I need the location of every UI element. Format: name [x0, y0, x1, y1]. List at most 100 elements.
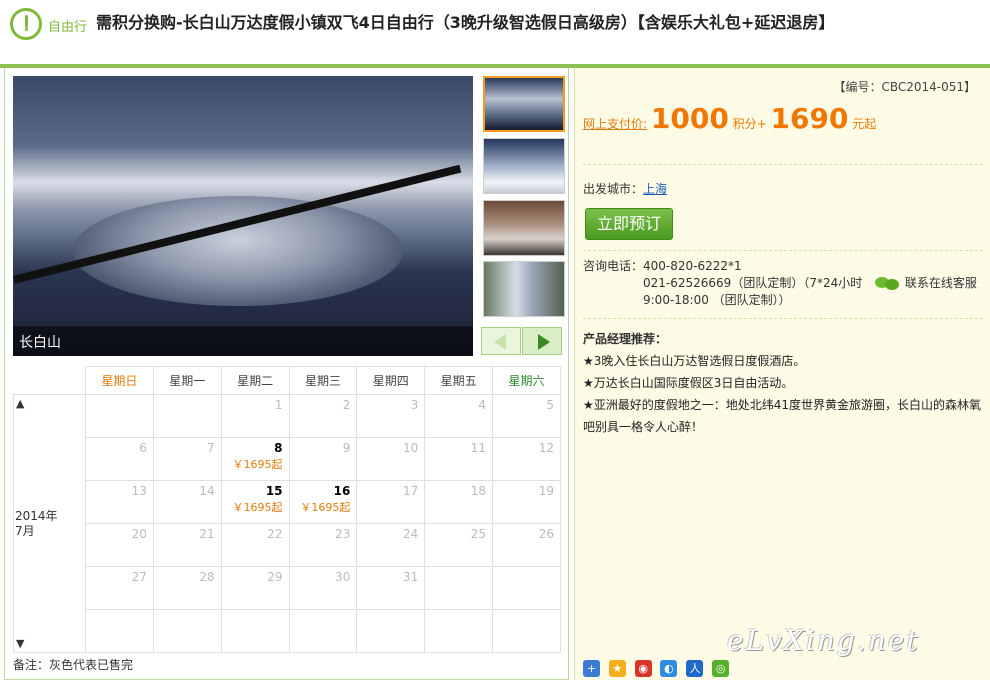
month-label: 2014年 7月 [15, 509, 58, 538]
share-bar: + ★ ◉ ◐ 人 ◎ [583, 660, 734, 677]
calendar-day: 7 [152, 437, 222, 481]
product-code: 【编号：CBC2014-051】 [833, 80, 976, 94]
calendar-day[interactable]: 16 ￥1695起 [288, 480, 358, 524]
calendar-day [492, 566, 561, 610]
day-number: 15 [265, 484, 283, 498]
left-panel: 长白山 星期日 星期一 星期二 星期三 星期四 星期五 星期六 ▲ 2014年 … [4, 68, 569, 680]
share-plus-icon[interactable]: + [583, 660, 600, 677]
calendar-day: 17 [356, 480, 426, 524]
thumbnail-2[interactable] [483, 138, 565, 194]
prev-photo-button[interactable] [481, 327, 521, 355]
thumbnail-4[interactable] [483, 261, 565, 317]
list-item: ★亚洲最好的度假地之一：地处北纬41度世界黄金旅游圈，长白山的森林氧吧别具一格令… [583, 398, 982, 434]
calendar-day: 30 [288, 566, 358, 610]
calendar-day [356, 609, 426, 653]
calendar-day: 10 [356, 437, 426, 481]
watermark: eLvXing.net [727, 624, 920, 657]
calendar-day [288, 609, 358, 653]
calendar-day: 5 [492, 394, 561, 438]
contact-info: 咨询电话：400-820-6222*1 021-62526669（团队定制）（7… [583, 258, 862, 309]
month-column: ▲ 2014年 7月 ▼ [13, 394, 86, 653]
price-label[interactable]: 网上支付价: [583, 117, 647, 131]
calendar-day: 12 [492, 437, 561, 481]
share-qzone-icon[interactable]: ★ [608, 660, 626, 677]
phone-number: 400-820-6222*1 [643, 259, 742, 273]
share-tqq-icon[interactable]: ◐ [660, 660, 678, 677]
cash-unit: 元起 [852, 117, 877, 131]
photo-caption: 长白山 [19, 335, 61, 351]
calendar-day: 19 [492, 480, 561, 524]
day-number: 16 [333, 484, 351, 498]
calendar-day [424, 566, 494, 610]
calendar-day [220, 609, 290, 653]
calendar-day: 14 [152, 480, 222, 524]
calendar-corner [13, 366, 86, 395]
weekday-header: 星期日 [85, 366, 154, 395]
calendar-day [85, 609, 154, 653]
weekday-header: 星期二 [220, 366, 290, 395]
calendar-day: 29 [220, 566, 290, 610]
calendar-day: 31 [356, 566, 426, 610]
weekday-header: 星期五 [424, 366, 494, 395]
calendar-day: 6 [85, 437, 154, 481]
departure-city: 出发城市：上海 [583, 182, 668, 196]
calendar-day: 22 [220, 523, 290, 567]
calendar-day: 2 [288, 394, 358, 438]
recommend-title: 产品经理推荐： [583, 332, 668, 346]
divider [583, 318, 983, 319]
calendar-day: 4 [424, 394, 494, 438]
calendar-day: 20 [85, 523, 154, 567]
calendar-day: 28 [152, 566, 222, 610]
product-title: 需积分换购-长白山万达度假小镇双飞4日自由行（3晚升级智选假日高级房）【含娱乐大… [96, 13, 835, 32]
next-month-icon[interactable]: ▼ [16, 637, 24, 650]
calendar-day[interactable]: 15 ￥1695起 [220, 480, 290, 524]
calendar-day[interactable]: 8 ￥1695起 [220, 437, 290, 481]
share-wechat-icon[interactable]: ◎ [712, 660, 730, 677]
right-panel: 【编号：CBC2014-051】 网上支付价: 1000 积分+ 1690 元起… [574, 68, 990, 680]
next-photo-button[interactable] [522, 327, 562, 355]
phone-label: 咨询电话： [583, 259, 644, 273]
book-now-button[interactable]: 立即预订 [585, 208, 673, 240]
share-weibo-icon[interactable]: ◉ [634, 660, 652, 677]
day-price: ￥1695起 [232, 501, 283, 514]
points-value: 1000 [650, 102, 729, 135]
free-travel-icon [10, 8, 42, 40]
points-unit: 积分+ [732, 117, 767, 131]
chat-icon [875, 276, 901, 291]
calendar-day: 13 [85, 480, 154, 524]
calendar-day: 23 [288, 523, 358, 567]
calendar-day: 1 [220, 394, 290, 438]
phone-number-2: 021-62526669（团队定制）（7*24小时 [643, 276, 863, 290]
calendar-day: 27 [85, 566, 154, 610]
calendar-day [152, 394, 222, 438]
calendar-day [492, 609, 561, 653]
recommend-list: ★3晚入住长白山万达智选假日度假酒店。 ★万达长白山国际度假区3日自由活动。 ★… [583, 350, 983, 438]
day-number: 8 [274, 441, 283, 455]
calendar-day: 11 [424, 437, 494, 481]
day-price: ￥1695起 [232, 458, 283, 471]
online-service-link[interactable]: 联系在线客服 [875, 274, 977, 291]
weekday-header: 星期一 [152, 366, 222, 395]
calendar-day [152, 609, 222, 653]
thumbnail-3[interactable] [483, 200, 565, 256]
main-photo[interactable] [13, 76, 473, 356]
price-calendar: 星期日 星期一 星期二 星期三 星期四 星期五 星期六 ▲ 2014年 7月 ▼ … [13, 366, 561, 653]
phone-hours: 9:00-18:00 （团队定制）） [643, 293, 791, 307]
calendar-note: 备注：灰色代表已售完 [13, 658, 134, 672]
thumbnail-1[interactable] [483, 76, 565, 132]
page-header: 自由行 需积分换购-长白山万达度假小镇双飞4日自由行（3晚升级智选假日高级房）【… [0, 0, 990, 64]
free-travel-badge: 自由行 [48, 20, 88, 35]
departure-city-link[interactable]: 上海 [643, 182, 667, 196]
cash-value: 1690 [770, 102, 849, 135]
calendar-day [85, 394, 154, 438]
prev-month-icon[interactable]: ▲ [16, 397, 24, 410]
share-renren-icon[interactable]: 人 [686, 660, 704, 677]
weekday-header: 星期三 [288, 366, 358, 395]
calendar-day: 18 [424, 480, 494, 524]
calendar-day: 9 [288, 437, 358, 481]
list-item: ★3晚入住长白山万达智选假日度假酒店。 [583, 354, 806, 368]
calendar-day: 26 [492, 523, 561, 567]
calendar-day: 3 [356, 394, 426, 438]
photo-caption-bar [13, 326, 473, 356]
weekday-header: 星期六 [492, 366, 561, 395]
